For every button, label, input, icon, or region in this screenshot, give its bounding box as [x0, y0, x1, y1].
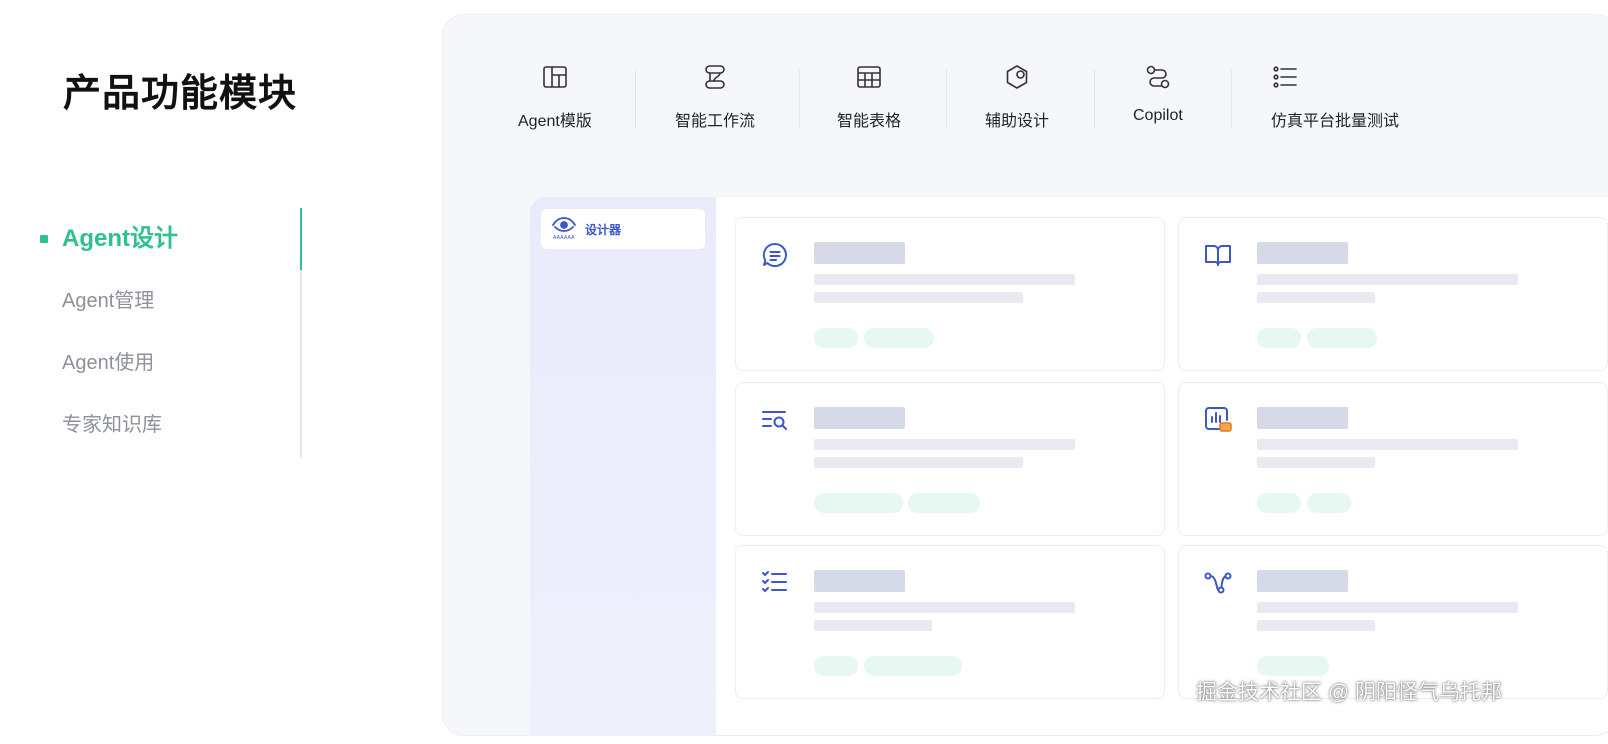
placeholder-line: [1257, 602, 1518, 613]
placeholder-line: [814, 457, 1023, 468]
nav-item-agent-design[interactable]: Agent设计: [62, 208, 178, 270]
workflow-icon: [701, 63, 729, 91]
active-bullet-icon: [40, 235, 48, 243]
tab-label: 智能表格: [837, 113, 902, 130]
placeholder-title: [814, 570, 905, 592]
template-card[interactable]: [735, 382, 1165, 536]
nav-item-agent-management[interactable]: Agent管理: [62, 270, 154, 332]
feature-tabs: Agent模版 智能工作流 智能表格 辅助设计 Copilot 仿真平台批量测试: [443, 15, 1608, 175]
placeholder-line: [1257, 620, 1375, 631]
tab-divider: [799, 70, 800, 128]
placeholder-line: [1257, 457, 1375, 468]
placeholder-line: [814, 620, 932, 631]
placeholder-tag: [814, 656, 858, 676]
template-card[interactable]: [1178, 217, 1608, 371]
tab-assisted-design[interactable]: 辅助设计: [985, 63, 1049, 143]
checklist-icon: [1271, 63, 1299, 91]
tab-label: Agent模版: [518, 113, 592, 130]
placeholder-title: [1257, 570, 1348, 592]
route-icon: [1144, 63, 1172, 91]
placeholder-tag: [1257, 656, 1329, 676]
preview-sidebar: AAAAAA 设计器: [530, 197, 716, 735]
placeholder-line: [1257, 292, 1375, 303]
sidebar-item-designer[interactable]: AAAAAA 设计器: [541, 209, 705, 249]
tab-label: 仿真平台批量测试: [1271, 113, 1400, 130]
placeholder-tag: [864, 656, 962, 676]
tab-divider: [1231, 70, 1232, 128]
eye-logo-icon: AAAAAA: [551, 215, 577, 243]
placeholder-tag: [864, 328, 934, 348]
placeholder-tag: [1257, 493, 1301, 513]
check-list-icon: [760, 568, 790, 598]
placeholder-tag: [1307, 328, 1377, 348]
placeholder-line: [814, 602, 1075, 613]
placeholder-tag: [814, 493, 903, 513]
placeholder-tag: [908, 493, 980, 513]
message-document-icon: [760, 240, 790, 270]
placeholder-title: [814, 407, 905, 429]
nav-item-agent-usage[interactable]: Agent使用: [62, 332, 154, 394]
tab-agent-template[interactable]: Agent模版: [518, 63, 592, 143]
placeholder-tag: [1257, 328, 1301, 348]
placeholder-title: [1257, 242, 1348, 264]
tab-copilot[interactable]: Copilot: [1133, 63, 1183, 143]
template-card[interactable]: [735, 217, 1165, 371]
feature-showcase-panel: Agent模版 智能工作流 智能表格 辅助设计 Copilot 仿真平台批量测试…: [442, 14, 1608, 736]
hexagon-design-icon: [1003, 63, 1031, 91]
tab-smart-workflow[interactable]: 智能工作流: [675, 63, 755, 143]
placeholder-line: [1257, 439, 1518, 450]
feature-nav: Agent设计 Agent管理 Agent使用 专家知识库: [0, 208, 302, 458]
bezier-path-icon: [1203, 568, 1233, 598]
table-grid-icon: [855, 63, 883, 91]
app-preview: AAAAAA 设计器: [530, 197, 1608, 735]
logo-caption: AAAAAA: [553, 235, 575, 241]
template-card[interactable]: [735, 545, 1165, 699]
tab-label: 智能工作流: [675, 113, 756, 130]
placeholder-title: [814, 242, 905, 264]
tab-divider: [946, 70, 947, 128]
tab-divider: [1094, 70, 1095, 128]
sidebar-item-label: 设计器: [585, 222, 622, 237]
placeholder-tag: [1307, 493, 1351, 513]
nav-item-expert-knowledge-base[interactable]: 专家知识库: [62, 394, 162, 456]
tab-label: 辅助设计: [985, 113, 1050, 130]
placeholder-line: [1257, 274, 1518, 285]
tab-divider: [635, 70, 636, 128]
layout-template-icon: [541, 63, 569, 91]
open-book-icon: [1203, 240, 1233, 270]
nav-rail-active-indicator: [300, 208, 302, 270]
page-title: 产品功能模块: [63, 73, 298, 115]
gauge-badge-icon: [1203, 405, 1233, 435]
watermark: 掘金技术社区 @ 阴阳怪气乌托邦: [1196, 681, 1502, 704]
list-search-icon: [760, 405, 790, 435]
placeholder-title: [1257, 407, 1348, 429]
tab-label: Copilot: [1133, 107, 1183, 124]
template-card[interactable]: [1178, 382, 1608, 536]
placeholder-line: [814, 274, 1075, 285]
placeholder-tag: [814, 328, 858, 348]
tab-smart-table[interactable]: 智能表格: [837, 63, 901, 143]
tab-simulation-batch-test[interactable]: 仿真平台批量测试: [1271, 63, 1399, 143]
placeholder-line: [814, 439, 1075, 450]
placeholder-line: [814, 292, 1023, 303]
